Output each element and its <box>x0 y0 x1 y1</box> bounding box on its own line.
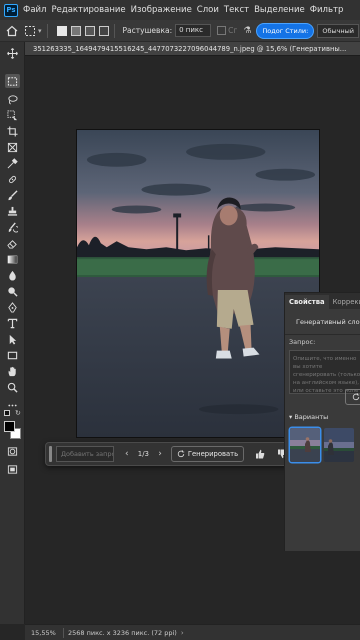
menu-layers[interactable]: Слои <box>197 5 219 15</box>
zoom-tool-icon[interactable] <box>5 380 20 394</box>
menu-bar: Ps Файл Редактирование Изображение Слои … <box>0 0 360 20</box>
crop-tool-icon[interactable] <box>5 124 20 138</box>
healing-brush-tool-icon[interactable] <box>5 172 20 186</box>
feather-label: Растушевка: <box>122 26 173 35</box>
prompt-textarea[interactable]: Опишите, что именно вы хотите сгенериров… <box>289 350 360 394</box>
eyedropper-tool-icon[interactable] <box>5 156 20 170</box>
object-selection-tool-icon[interactable] <box>5 108 20 122</box>
flask-icon[interactable]: ⚗ <box>243 26 251 36</box>
generate-button[interactable]: Генерировать <box>170 446 245 462</box>
panel-title: Генеративный слой <box>296 318 360 326</box>
document-tab-title: 351263335_1649479415516245_4477073227096… <box>33 45 347 53</box>
variant-thumbnail[interactable] <box>290 428 320 462</box>
history-brush-tool-icon[interactable] <box>5 220 20 234</box>
panel-generate-button[interactable] <box>345 389 360 405</box>
menu-edit[interactable]: Редактирование <box>51 5 125 15</box>
separator <box>113 23 115 38</box>
status-bar: 15,55% 2568 пикс. x 3236 пикс. (72 ppi) … <box>25 624 360 640</box>
properties-panel: Свойства Коррекция Генеративный слой Зап… <box>284 292 360 551</box>
feather-input[interactable]: 0 пикс <box>175 24 212 37</box>
brush-tool-icon[interactable] <box>5 188 20 202</box>
pen-tool-icon[interactable] <box>5 300 20 314</box>
document-tab[interactable]: 351263335_1649479415516245_4477073227096… <box>25 42 360 56</box>
menu-file[interactable]: Файл <box>23 5 46 15</box>
separator <box>63 627 64 638</box>
variants-section-header[interactable]: ▾ Варианты <box>289 413 328 421</box>
hand-tool-icon[interactable] <box>5 364 20 378</box>
variant-counter: 1/3 <box>137 450 150 458</box>
screen-mode-icon[interactable] <box>5 462 20 476</box>
default-colors-icon[interactable] <box>4 410 10 416</box>
new-selection-icon[interactable] <box>56 25 67 36</box>
gradient-tool-icon[interactable] <box>5 252 20 266</box>
prompt-input[interactable] <box>55 446 114 462</box>
dodge-tool-icon[interactable] <box>5 284 20 298</box>
chevron-right-icon[interactable]: › <box>181 629 184 637</box>
variants-label: Варианты <box>294 413 329 421</box>
generate-button-label: Генерировать <box>187 450 239 458</box>
photoshop-logo-icon: Ps <box>4 3 18 17</box>
antialias-checkbox[interactable] <box>217 26 227 35</box>
select-subject-button[interactable]: Подог Стили: <box>257 23 314 38</box>
menu-select[interactable]: Выделение <box>254 5 305 15</box>
lasso-tool-icon[interactable] <box>5 92 20 106</box>
chevron-down-icon[interactable]: ▾ <box>38 27 42 35</box>
menu-filter[interactable]: Фильтр <box>310 5 344 15</box>
rectangular-marquee-tool-icon[interactable] <box>5 74 20 88</box>
variants-grid <box>290 428 360 462</box>
add-to-selection-icon[interactable] <box>70 25 81 36</box>
separator <box>46 23 48 38</box>
generate-refresh-icon <box>177 450 185 458</box>
rectangle-tool-icon[interactable] <box>5 348 20 362</box>
quick-mask-icon[interactable] <box>5 444 20 458</box>
move-tool-icon[interactable] <box>5 46 20 60</box>
tools-panel: ↻ <box>0 42 25 624</box>
drag-handle[interactable] <box>49 446 52 462</box>
generate-refresh-icon <box>352 393 360 401</box>
clone-stamp-tool-icon[interactable] <box>5 204 20 218</box>
frame-tool-icon[interactable] <box>5 140 20 154</box>
panel-tabs: Свойства Коррекция <box>285 293 360 309</box>
marquee-tool-preset-icon[interactable] <box>24 25 36 37</box>
chevron-left-icon[interactable]: ‹ <box>120 449 134 459</box>
menu-image[interactable]: Изображение <box>131 5 192 15</box>
panel-header: Генеративный слой <box>285 313 360 331</box>
subtract-from-selection-icon[interactable] <box>84 25 95 36</box>
divider <box>285 334 360 335</box>
menu-type[interactable]: Текст <box>224 5 249 15</box>
path-selection-tool-icon[interactable] <box>5 332 20 346</box>
variant-thumbnail[interactable] <box>324 428 354 462</box>
zoom-level[interactable]: 15,55% <box>25 629 59 637</box>
tab-adjustments[interactable]: Коррекция <box>329 295 360 309</box>
foreground-color-swatch[interactable] <box>4 421 15 432</box>
prompt-label: Запрос: <box>289 338 316 346</box>
chevron-right-icon[interactable]: › <box>153 449 167 459</box>
antialias-label: Сг <box>228 26 238 35</box>
type-tool-icon[interactable] <box>5 316 20 330</box>
style-select[interactable]: Обычный <box>317 23 360 38</box>
document-info[interactable]: 2568 пикс. x 3236 пикс. (72 ppi) <box>68 629 177 637</box>
thumbs-up-icon[interactable] <box>254 448 266 460</box>
tab-properties[interactable]: Свойства <box>285 295 329 309</box>
home-icon[interactable] <box>6 25 18 37</box>
blur-tool-icon[interactable] <box>5 268 20 282</box>
eraser-tool-icon[interactable] <box>5 236 20 250</box>
intersect-selection-icon[interactable] <box>98 25 109 36</box>
options-bar: ▾ Растушевка: 0 пикс Сг ⚗ Подог Стили: О… <box>0 20 360 42</box>
swap-colors-icon[interactable]: ↻ <box>15 409 21 417</box>
